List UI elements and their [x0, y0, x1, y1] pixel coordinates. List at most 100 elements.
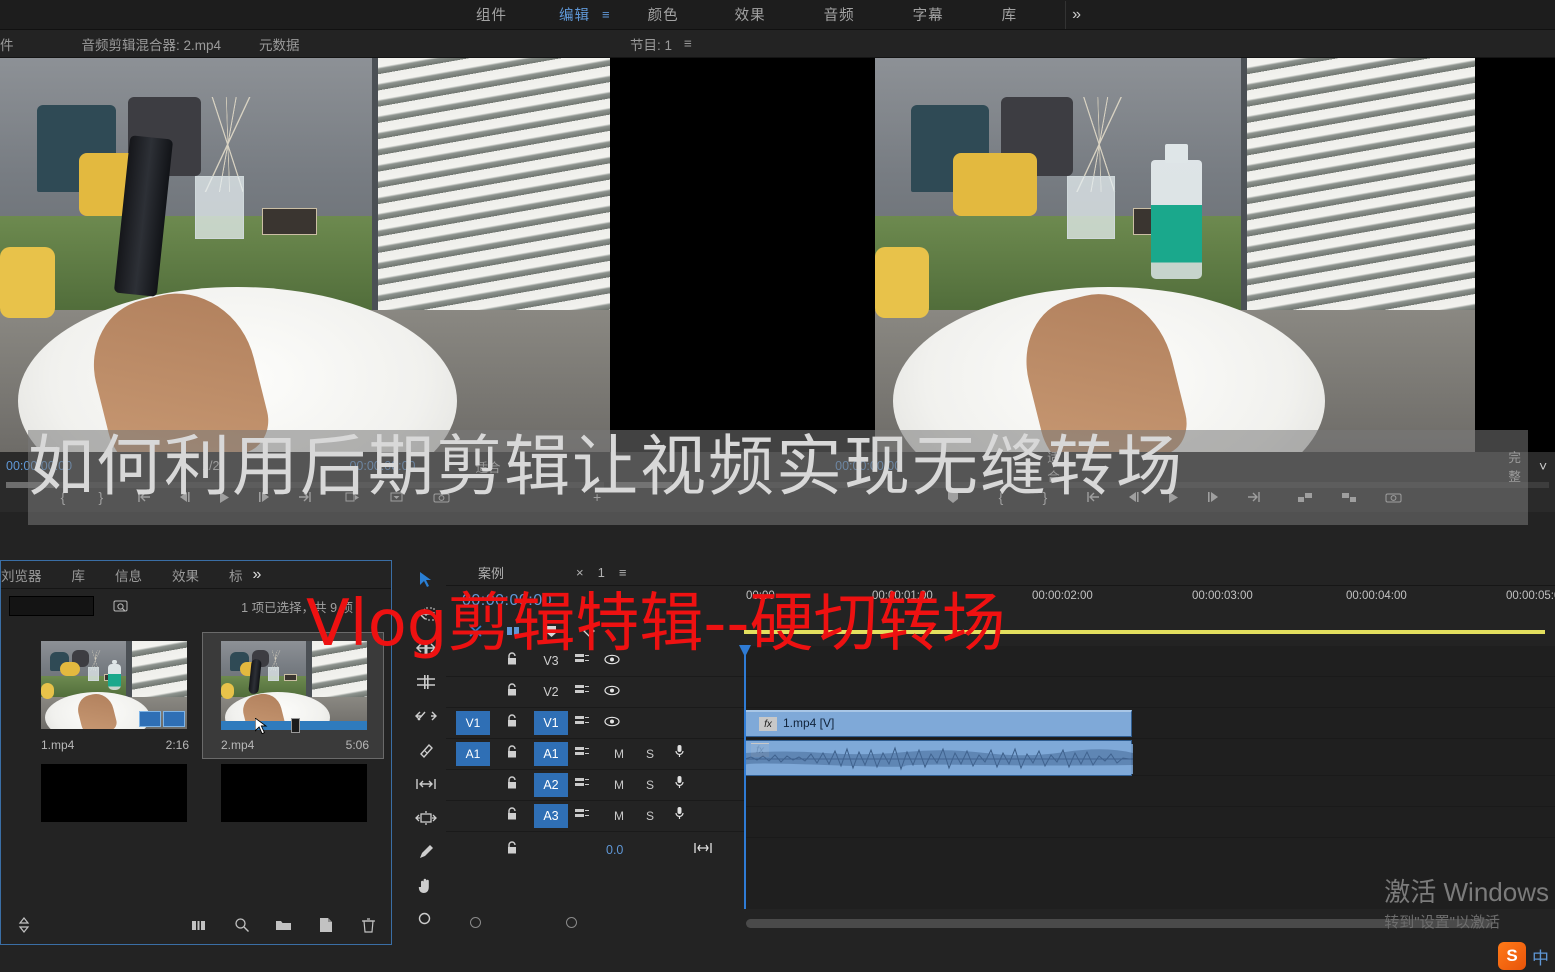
selection-tool[interactable]	[412, 568, 440, 592]
workspace-tab-color[interactable]: 颜色	[642, 4, 685, 25]
mute-track-button[interactable]: M	[614, 778, 624, 792]
tab-program[interactable]: 节目: 1	[630, 34, 672, 54]
track-row-a2[interactable]	[744, 776, 1555, 807]
timeline-ruler[interactable]: 00:00 00:00:01:00 00:00:02:00 00:00:03:0…	[744, 586, 1555, 646]
program-panel-menu-icon[interactable]: ≡	[684, 36, 692, 51]
search-icon[interactable]	[108, 595, 134, 617]
rolling-edit-tool[interactable]	[412, 670, 440, 694]
sync-lock-icon[interactable]	[506, 840, 518, 860]
new-item-icon[interactable]	[313, 914, 339, 936]
new-bin-icon[interactable]	[271, 914, 297, 936]
tab-media-browser[interactable]: 刘览器	[1, 565, 42, 585]
track-target-v1[interactable]: V1	[456, 711, 490, 735]
program-video-preview[interactable]	[610, 58, 1555, 452]
tab-info[interactable]: 信息	[115, 565, 142, 585]
sync-lock-icon[interactable]	[506, 806, 518, 826]
track-header-a1[interactable]: A1 A1 M S	[446, 739, 744, 770]
zoom-in-dot[interactable]	[566, 917, 577, 928]
slide-tool[interactable]	[412, 806, 440, 830]
project-search-input[interactable]	[9, 596, 94, 616]
workspace-tab-captions[interactable]: 字幕	[907, 4, 950, 25]
snap-icon[interactable]	[462, 620, 488, 642]
workspace-tab-components[interactable]: 组件	[470, 4, 513, 25]
voice-record-icon[interactable]	[674, 775, 685, 795]
sync-lock-icon[interactable]	[506, 682, 518, 702]
track-row-v2[interactable]	[744, 677, 1555, 708]
track-header-master[interactable]: 0.0	[446, 832, 744, 868]
solo-track-button[interactable]: S	[646, 778, 654, 792]
timeline-horizontal-scrollbar[interactable]	[746, 919, 1541, 928]
timeline-clip-video[interactable]: fx 1.mp4 [V]	[744, 710, 1132, 737]
sync-lock-icon[interactable]	[506, 744, 518, 764]
workspace-menu-icon[interactable]: ≡	[602, 7, 610, 22]
chevron-down-icon[interactable]: ˅	[1531, 455, 1555, 477]
track-select-forward-tool[interactable]	[412, 602, 440, 626]
track-output-icon[interactable]	[574, 745, 590, 763]
solo-track-button[interactable]: S	[646, 809, 654, 823]
workspace-tab-audio[interactable]: 音频	[818, 4, 861, 25]
tab-metadata[interactable]: 元数据	[259, 34, 300, 54]
track-target-a1[interactable]: A1	[456, 742, 490, 766]
razor-tool[interactable]	[412, 738, 440, 762]
zoom-out-dot[interactable]	[470, 917, 481, 928]
sync-lock-icon[interactable]	[506, 713, 518, 733]
source-video-preview[interactable]	[0, 58, 610, 452]
timeline-playhead[interactable]	[739, 645, 751, 909]
sync-lock-icon[interactable]	[506, 651, 518, 671]
marker-icon[interactable]	[538, 620, 564, 642]
tab-audio-clip-mixer[interactable]: 音频剪辑混合器: 2.mp4	[82, 34, 222, 54]
track-header-v1[interactable]: V1 V1	[446, 708, 744, 739]
track-output-icon[interactable]	[574, 807, 590, 825]
voice-record-icon[interactable]	[674, 744, 685, 764]
workspace-tab-editing[interactable]: 编辑	[553, 4, 596, 25]
timeline-clip-audio[interactable]: fx	[744, 740, 1133, 776]
timeline-playhead-timecode[interactable]: 00:00:00:00	[462, 592, 552, 610]
toggle-track-output-icon[interactable]	[604, 683, 620, 701]
track-row-a3[interactable]	[744, 807, 1555, 838]
track-output-icon[interactable]	[574, 683, 590, 701]
track-output-icon[interactable]	[574, 714, 590, 732]
track-output-icon[interactable]	[574, 776, 590, 794]
timeline-display-settings-icon[interactable]	[576, 620, 602, 642]
tab-effects[interactable]: 效果	[172, 565, 199, 585]
sort-icon[interactable]	[11, 914, 37, 936]
timeline-tab-close-icon[interactable]: ×	[576, 565, 584, 580]
workspace-tab-effects[interactable]: 效果	[729, 4, 772, 25]
track-row-a1[interactable]: fx	[744, 739, 1555, 776]
project-item-2[interactable]: 2.mp4 5:06	[202, 632, 384, 759]
workspace-tab-library[interactable]: 库	[996, 4, 1024, 25]
mute-track-button[interactable]: M	[614, 809, 624, 823]
tab-libraries[interactable]: 库	[72, 565, 86, 585]
track-header-a3[interactable]: A3 M S	[446, 801, 744, 832]
track-output-icon[interactable]	[574, 652, 590, 670]
voice-record-icon[interactable]	[674, 806, 685, 826]
workspace-overflow-icon[interactable]: »	[1072, 6, 1081, 24]
solo-track-button[interactable]: S	[646, 747, 654, 761]
thumbnail-playhead[interactable]	[291, 718, 301, 733]
master-volume-value[interactable]: 0.0	[606, 843, 623, 857]
thumbnail-scrub-strip[interactable]	[221, 718, 367, 733]
zoom-tool[interactable]	[412, 908, 440, 932]
tab-markers[interactable]: 标	[229, 565, 243, 585]
ime-indicator[interactable]: S 中	[1498, 942, 1549, 970]
project-tabs-overflow-icon[interactable]: »	[253, 566, 262, 584]
project-item-1[interactable]: 1.mp4 2:16	[23, 633, 203, 758]
track-header-v2[interactable]: V2	[446, 677, 744, 708]
toggle-track-output-icon[interactable]	[604, 714, 620, 732]
project-item-placeholder-1[interactable]	[41, 764, 187, 822]
timeline-sequence-tab[interactable]: 案例	[478, 563, 504, 582]
find-icon[interactable]	[229, 914, 255, 936]
project-item-placeholder-2[interactable]	[221, 764, 367, 822]
rate-stretch-tool[interactable]	[412, 704, 440, 728]
work-area-bar[interactable]	[744, 630, 1545, 634]
tab-project-files[interactable]: 件	[0, 34, 14, 54]
list-view-icon[interactable]	[187, 914, 213, 936]
track-header-a2[interactable]: A2 M S	[446, 770, 744, 801]
ime-mode-label[interactable]: 中	[1532, 944, 1549, 969]
mute-track-button[interactable]: M	[614, 747, 624, 761]
slip-tool[interactable]	[412, 772, 440, 796]
toggle-track-output-icon[interactable]	[604, 652, 620, 670]
pen-tool[interactable]	[412, 840, 440, 864]
sync-lock-icon[interactable]	[506, 775, 518, 795]
track-row-v1[interactable]: fx 1.mp4 [V]	[744, 708, 1555, 739]
